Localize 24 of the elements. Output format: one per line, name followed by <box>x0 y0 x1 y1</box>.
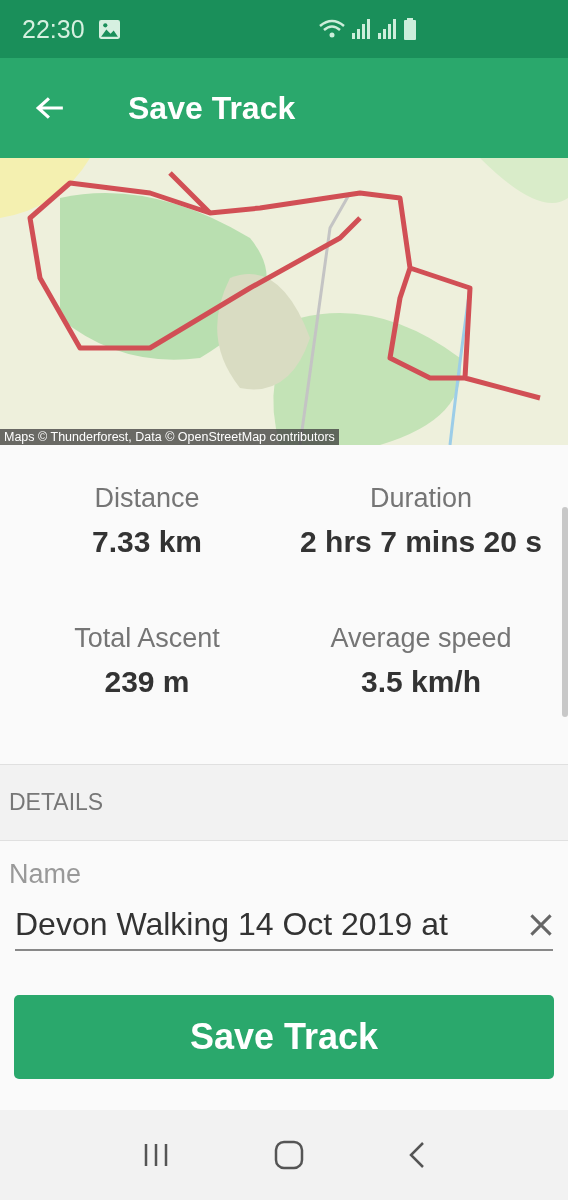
section-heading: DETAILS <box>9 789 104 816</box>
screen-title: Save Track <box>128 89 296 127</box>
clear-icon[interactable] <box>529 912 553 937</box>
stat-value: 2 hrs 7 mins 20 s <box>300 524 542 560</box>
field-label: Name <box>9 859 82 889</box>
status-time: 22:30 <box>22 14 85 44</box>
stat-value: 239 m <box>104 663 190 700</box>
signal-icon <box>352 19 372 39</box>
back-arrow-icon[interactable] <box>35 95 65 121</box>
image-icon <box>98 19 120 39</box>
signal-icon <box>378 19 398 39</box>
recent-apps-icon[interactable] <box>142 1143 169 1167</box>
name-field[interactable]: Devon Walking 14 Oct 2019 at <box>15 906 553 951</box>
back-icon[interactable] <box>409 1141 426 1169</box>
stat-label: Duration <box>369 483 473 514</box>
stat-value: 3.5 km/h <box>360 663 482 700</box>
stat-label: Average speed <box>330 622 512 654</box>
battery-icon <box>404 18 416 40</box>
map-attribution: Maps © Thunderforest, Data © OpenStreetMap contributors <box>0 429 339 445</box>
stat-value: 7.33 km <box>91 524 203 560</box>
wifi-icon <box>318 19 346 39</box>
stat-label: Total Ascent <box>74 622 220 654</box>
home-icon[interactable] <box>274 1140 304 1170</box>
stat-label: Distance <box>94 483 200 514</box>
